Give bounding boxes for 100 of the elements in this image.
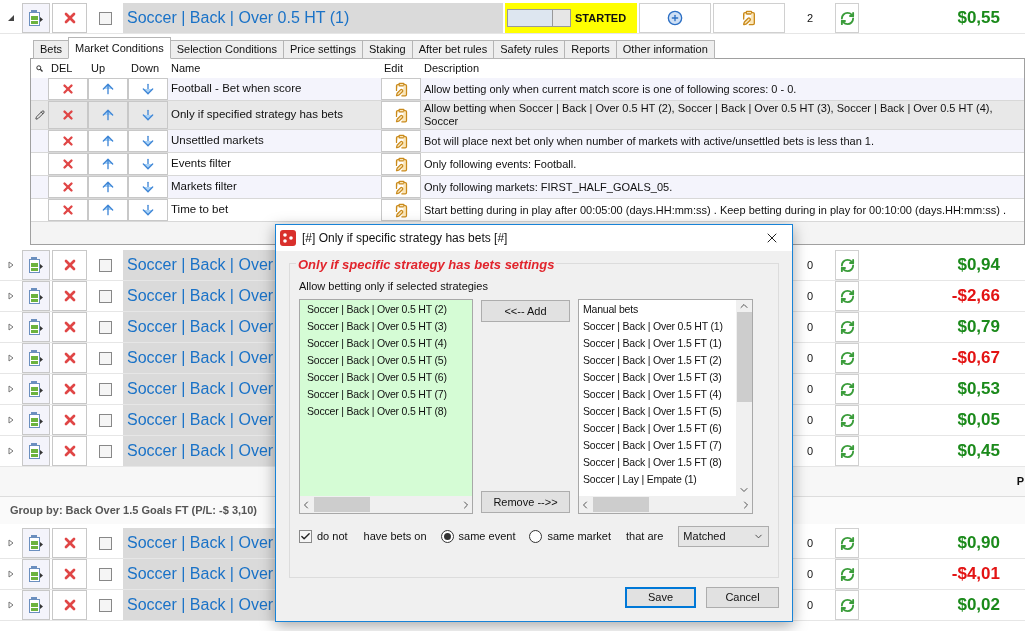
refresh-icon[interactable]	[839, 350, 855, 366]
expand-icon[interactable]	[7, 261, 15, 269]
delete-button[interactable]	[52, 281, 87, 311]
tab[interactable]: After bet rules	[411, 40, 495, 59]
move-up-button[interactable]	[88, 153, 128, 175]
settings-button[interactable]	[22, 436, 50, 466]
delete-button[interactable]	[52, 590, 87, 620]
horizontal-scrollbar[interactable]	[579, 496, 752, 513]
list-item[interactable]: Soccer | Back | Over 1.5 FT (7)	[583, 438, 736, 455]
expand-icon[interactable]	[7, 416, 15, 424]
list-item[interactable]: Soccer | Back | Over 0.5 HT (3)	[307, 319, 472, 336]
delete-button[interactable]	[52, 250, 87, 280]
settings-button[interactable]	[22, 590, 50, 620]
collapse-icon[interactable]	[7, 14, 15, 22]
move-down-button[interactable]	[128, 176, 168, 198]
move-up-button[interactable]	[88, 101, 128, 129]
delete-button[interactable]	[48, 130, 88, 152]
list-item[interactable]: Soccer | Back | Over 0.5 HT (5)	[307, 353, 472, 370]
delete-button[interactable]	[48, 199, 88, 221]
row-checkbox[interactable]	[98, 598, 112, 612]
move-down-button[interactable]	[128, 78, 168, 100]
settings-button[interactable]	[22, 312, 50, 342]
refresh-icon[interactable]	[839, 288, 855, 304]
list-item[interactable]: Soccer | Back | Over 0.5 HT (7)	[307, 387, 472, 404]
strategy-name[interactable]: Soccer | Back | Over	[127, 253, 274, 277]
row-checkbox[interactable]	[98, 320, 112, 334]
list-item[interactable]: Soccer | Back | Over 0.5 HT (6)	[307, 370, 472, 387]
condition-row[interactable]: Unsettled markets Bot will place next bet only when number of markets with active/unsettled bets is less than 1.	[31, 130, 1024, 153]
edit-icon[interactable]	[741, 10, 757, 26]
refresh-icon[interactable]	[839, 443, 855, 459]
radio-button[interactable]	[440, 530, 454, 543]
edit-button[interactable]	[381, 78, 421, 100]
selected-strategies-list[interactable]	[299, 299, 473, 514]
tab[interactable]: Bets	[33, 40, 69, 59]
list-item[interactable]: Soccer | Back | Over 0.5 HT (2)	[307, 302, 472, 319]
row-checkbox[interactable]	[98, 382, 112, 396]
refresh-icon[interactable]	[839, 412, 855, 428]
tab[interactable]: Market Conditions	[68, 37, 171, 59]
condition-row[interactable]: Events filter Only following events: Football.	[31, 153, 1024, 176]
row-checkbox[interactable]	[98, 444, 112, 458]
tab[interactable]: Price settings	[282, 40, 363, 59]
settings-button[interactable]	[22, 528, 50, 558]
settings-button[interactable]	[22, 250, 50, 280]
refresh-icon[interactable]	[839, 535, 855, 551]
delete-button[interactable]	[52, 559, 87, 589]
vertical-scrollbar[interactable]	[736, 300, 752, 496]
list-item[interactable]: Soccer | Back | Over 0.5 HT (4)	[307, 336, 472, 353]
strategy-name[interactable]: Soccer | Back | Over	[127, 531, 274, 555]
list-item[interactable]: Soccer | Back | Over 1.5 FT (5)	[583, 404, 736, 421]
tab[interactable]: Staking	[362, 40, 413, 59]
bet-state-dropdown[interactable]: Matched	[678, 526, 769, 547]
remove-button[interactable]: Remove -->>	[481, 491, 570, 513]
condition-row[interactable]: Markets filter Only following markets: FIRST_HALF_GOALS_05.	[31, 176, 1024, 199]
delete-button[interactable]	[52, 528, 87, 558]
expand-icon[interactable]	[7, 570, 15, 578]
move-down-button[interactable]	[128, 199, 168, 221]
list-item[interactable]: Soccer | Back | Over 0.5 HT (8)	[307, 404, 472, 421]
strategy-name[interactable]: Soccer | Back | Over	[127, 346, 274, 370]
refresh-icon[interactable]	[839, 381, 855, 397]
delete-button[interactable]	[48, 176, 88, 198]
move-down-button[interactable]	[128, 153, 168, 175]
status-field[interactable]	[507, 9, 571, 27]
move-down-button[interactable]	[128, 101, 168, 129]
move-up-button[interactable]	[88, 78, 128, 100]
move-down-button[interactable]	[128, 130, 168, 152]
move-up-button[interactable]	[88, 130, 128, 152]
refresh-icon[interactable]	[839, 319, 855, 335]
settings-button[interactable]	[22, 343, 50, 373]
strategy-name[interactable]: Soccer | Back | Over	[127, 315, 274, 339]
add-icon[interactable]	[667, 10, 683, 26]
radio-button[interactable]	[529, 530, 543, 543]
available-strategies-list[interactable]	[578, 299, 753, 514]
delete-button[interactable]	[52, 3, 87, 33]
refresh-icon[interactable]	[839, 597, 855, 613]
expand-icon[interactable]	[7, 447, 15, 455]
condition-row[interactable]: Only if specified strategy has bets Allow betting when Soccer | Back | Over 0.5 HT (2), Soccer | Back | Over 0.5 HT (3), Soccer | Back | Over 0.5 HT (4), Soccer	[31, 101, 1024, 130]
settings-button[interactable]	[22, 374, 50, 404]
edit-button[interactable]	[381, 130, 421, 152]
tab[interactable]: Other information	[615, 40, 715, 59]
cancel-button[interactable]: Cancel	[706, 587, 779, 608]
list-item[interactable]: Manual bets	[583, 302, 736, 319]
strategy-name[interactable]: Soccer | Back | Over	[127, 284, 274, 308]
row-checkbox[interactable]	[98, 258, 112, 272]
edit-button[interactable]	[381, 176, 421, 198]
edit-button[interactable]	[381, 199, 421, 221]
expand-icon[interactable]	[7, 601, 15, 609]
settings-button[interactable]	[22, 405, 50, 435]
delete-button[interactable]	[48, 101, 88, 129]
save-button[interactable]: Save	[625, 587, 696, 608]
row-checkbox[interactable]	[98, 11, 112, 25]
row-checkbox[interactable]	[98, 536, 112, 550]
condition-row[interactable]: Football - Bet when score Allow betting only when current match score is one of following scores: 0 - 0.	[31, 78, 1024, 101]
strategy-name[interactable]: Soccer | Back | Over	[127, 408, 274, 432]
delete-button[interactable]	[52, 374, 87, 404]
strategy-name[interactable]: Soccer | Back | Over	[127, 377, 274, 401]
delete-button[interactable]	[52, 343, 87, 373]
do-not-checkbox[interactable]	[299, 530, 312, 543]
add-button[interactable]: <<-- Add	[481, 300, 570, 322]
row-checkbox[interactable]	[98, 351, 112, 365]
search-icon[interactable]	[36, 65, 43, 72]
